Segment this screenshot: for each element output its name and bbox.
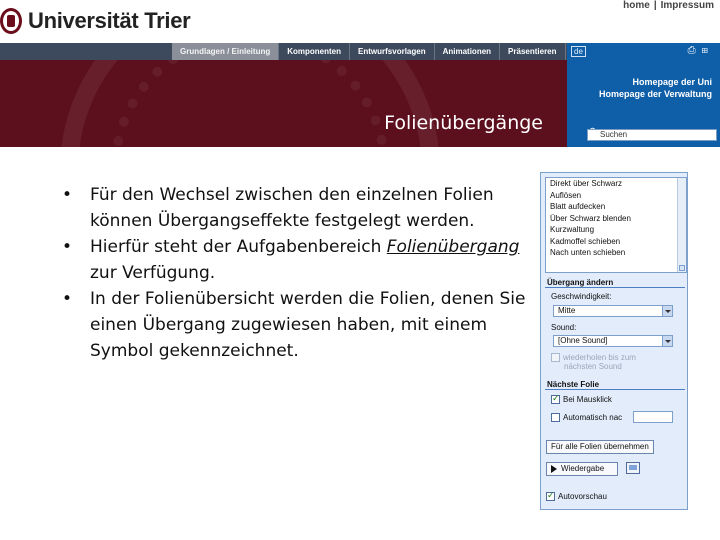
bullet-text: In der Folienübersicht werden die Folien…: [90, 289, 526, 361]
loop-sound-option[interactable]: wiederholen bis zum: [551, 353, 636, 362]
transition-list[interactable]: Direkt über Schwarz Auflösen Blatt aufde…: [545, 177, 687, 273]
speed-select[interactable]: Mitte: [553, 305, 673, 317]
sound-select[interactable]: [Ohne Sound]: [553, 335, 673, 347]
main-navigation: Grundlagen / Einleitung Komponenten Entw…: [0, 43, 568, 60]
speed-label: Geschwindigkeit:: [551, 292, 612, 301]
loop-sound-checkbox[interactable]: [551, 353, 560, 362]
auto-advance-checkbox[interactable]: [551, 413, 560, 422]
folienuebergang-term: Folienübergang: [386, 237, 520, 257]
play-icon: [551, 464, 557, 473]
auto-advance-option[interactable]: Automatisch nac: [551, 413, 622, 422]
apply-all-button[interactable]: Für alle Folien übernehmen: [546, 440, 654, 454]
auto-advance-label: Automatisch nac: [563, 413, 623, 422]
link-separator: |: [653, 0, 657, 11]
list-item[interactable]: Blatt aufdecken: [546, 201, 686, 213]
play-button[interactable]: Wiedergabe: [546, 462, 618, 476]
bullet-text: Hierfür steht der Aufgabenbereich: [90, 237, 387, 257]
bullet-item: Hierfür steht der Aufgabenbereich Folien…: [58, 234, 528, 286]
toolbar-icons: ⎙⊞: [688, 45, 714, 56]
sound-value: [Ohne Sound]: [558, 336, 608, 345]
section-next-slide: Nächste Folie: [545, 379, 685, 390]
speed-value: Mitte: [558, 306, 576, 315]
search-input[interactable]: Suchen: [587, 129, 717, 141]
on-click-label: Bei Mausklick: [563, 395, 612, 404]
list-item[interactable]: Nach unten schieben: [546, 247, 686, 259]
bullet-list: Für den Wechsel zwischen den einzelnen F…: [58, 182, 528, 364]
on-click-option[interactable]: Bei Mausklick: [551, 393, 612, 404]
list-scrollbar[interactable]: [677, 178, 686, 272]
autopreview-checkbox[interactable]: [546, 490, 555, 501]
nav-spacer: [0, 43, 172, 60]
sitemap-icon[interactable]: ⊞: [702, 45, 714, 56]
scroll-down-icon[interactable]: [679, 265, 685, 271]
slideshow-icon[interactable]: [626, 462, 640, 474]
list-item[interactable]: Über Schwarz blenden: [546, 213, 686, 225]
page-title: Folienübergänge: [384, 112, 543, 134]
hero-banner: Folienübergänge: [0, 60, 567, 147]
on-click-checkbox[interactable]: [551, 393, 560, 404]
university-logo[interactable]: Universität Trier: [0, 6, 191, 36]
bullet-text: zur Verfügung.: [90, 263, 216, 283]
chevron-down-icon[interactable]: [662, 336, 672, 346]
list-item[interactable]: Kadmoffel schieben: [546, 236, 686, 248]
section-change-transition: Übergang ändern: [545, 277, 685, 288]
sound-label: Sound:: [551, 323, 577, 332]
bullet-item: Für den Wechsel zwischen den einzelnen F…: [58, 182, 528, 234]
admin-homepage-link[interactable]: Homepage der Verwaltung: [599, 89, 712, 99]
list-item[interactable]: Auflösen: [546, 190, 686, 202]
seal-watermark-inner: [110, 60, 390, 147]
tab-komponenten[interactable]: Komponenten: [279, 43, 351, 60]
loop-sound-label: wiederholen bis zum: [563, 353, 636, 362]
list-item[interactable]: Kurzwaltung: [546, 224, 686, 236]
auto-advance-time-input[interactable]: [633, 411, 673, 423]
bullet-text: Für den Wechsel zwischen den einzelnen F…: [90, 185, 494, 231]
play-label: Wiedergabe: [561, 464, 605, 473]
top-links: home | Impressum: [623, 0, 714, 11]
tab-animationen[interactable]: Animationen: [435, 43, 501, 60]
uni-homepage-link[interactable]: Homepage der Uni: [632, 77, 712, 87]
chevron-down-icon[interactable]: [662, 306, 672, 316]
home-link[interactable]: home: [623, 0, 650, 11]
transition-task-pane: Direkt über Schwarz Auflösen Blatt aufde…: [540, 172, 688, 510]
list-item[interactable]: Direkt über Schwarz: [546, 178, 686, 190]
tab-entwurfsvorlagen[interactable]: Entwurfsvorlagen: [350, 43, 435, 60]
university-seal-icon: [0, 8, 22, 34]
autopreview-option[interactable]: Autovorschau: [546, 490, 607, 501]
logo-text: Universität Trier: [28, 8, 191, 33]
tab-grundlagen[interactable]: Grundlagen / Einleitung: [172, 43, 280, 60]
autopreview-label: Autovorschau: [558, 492, 607, 501]
loop-sound-label-2: nächsten Sound: [564, 362, 622, 371]
print-icon[interactable]: ⎙: [688, 45, 702, 56]
language-switch[interactable]: de: [571, 46, 586, 57]
impressum-link[interactable]: Impressum: [661, 0, 714, 11]
tab-praesentieren[interactable]: Präsentieren: [500, 43, 566, 60]
bullet-item: In der Folienübersicht werden die Folien…: [58, 286, 528, 364]
right-header-panel: de ⎙⊞ Homepage der Uni Homepage der Verw…: [567, 43, 720, 147]
